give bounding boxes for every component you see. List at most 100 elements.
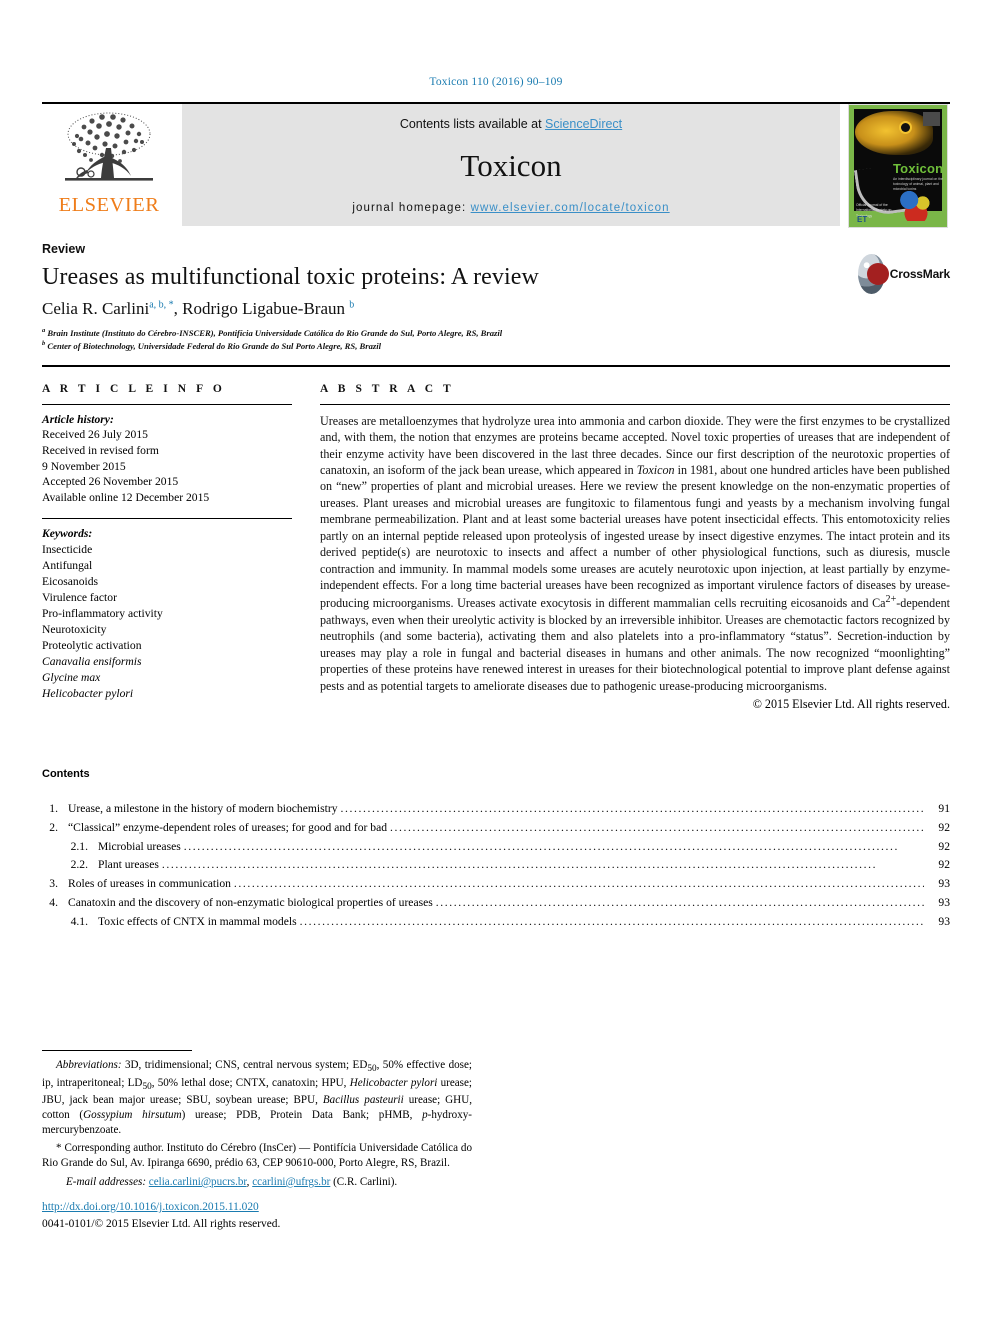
email-suffix: (C.R. Carlini). [330, 1175, 398, 1188]
keyword-item: Virulence factor [42, 591, 117, 605]
toc-leader-dots: ........................................… [390, 820, 924, 834]
article-title-block: Review Ureases as multifunctional toxic … [42, 242, 950, 353]
keyword-item: Pro-inflammatory activity [42, 607, 163, 621]
article-info-column: A R T I C L E I N F O Article history: R… [42, 383, 292, 712]
affiliation-b: b Center of Biotechnology, Universidade … [42, 340, 381, 352]
toc-label[interactable]: Urease, a milestone in the history of mo… [68, 800, 338, 819]
article-history: Article history: Received 26 July 2015 R… [42, 412, 292, 506]
corresponding-text: Corresponding author. Instituto do Céreb… [42, 1142, 472, 1170]
toc-row[interactable]: 3. Roles of ureases in communication.....… [42, 875, 950, 894]
toc-row[interactable]: 1. Urease, a milestone in the history of … [42, 800, 950, 819]
toc-row[interactable]: 2. “Classical” enzyme-dependent roles of … [42, 819, 950, 838]
toc-number: 4.1. [70, 914, 88, 928]
toc-list: 1. Urease, a milestone in the history of … [42, 800, 950, 931]
author-1-affil-marks[interactable]: a, b, * [149, 299, 173, 310]
journal-article-page: Toxicon 110 (2016) 90–109 ELSEVIER Conte… [0, 0, 992, 1323]
keyword-item: Neurotoxicity [42, 623, 107, 637]
journal-homepage-line: journal homepage: www.elsevier.com/locat… [352, 202, 669, 214]
toc-leader-dots: ........................................… [435, 896, 924, 909]
article-info-heading: A R T I C L E I N F O [42, 382, 226, 395]
table-of-contents: Contents 1. Urease, a milestone in the hi… [42, 768, 950, 931]
toc-label[interactable]: Canatoxin and the discovery of non-enzym… [68, 894, 433, 913]
abstract-column: A B S T R A C T Ureases are metalloenzym… [320, 383, 950, 712]
toc-leader-dots: ........................................… [161, 858, 878, 872]
cover-badge-icon [923, 112, 940, 126]
affiliation-a-text: Brain Institute (Instituto do Cérebro-IN… [47, 327, 503, 338]
email-link-1[interactable]: celia.carlini@pucrs.br [149, 1176, 247, 1188]
running-head: Toxicon 110 (2016) 90–109 [429, 76, 563, 88]
elsevier-wordmark: ELSEVIER [58, 194, 160, 216]
crossmark-badge[interactable]: CrossMark [858, 252, 950, 296]
cover-graphic-icon [899, 191, 933, 221]
footnote-block: Abbreviations: 3D, tridimensional; CNS, … [42, 1050, 472, 1190]
email-note: E-mail addresses: celia.carlini@pucrs.br… [66, 1175, 398, 1188]
keywords-rule [42, 518, 292, 520]
article-info-rule [42, 403, 292, 405]
keyword-item: Glycine max [42, 671, 101, 685]
contents-available-line: Contents lists available at ScienceDirec… [400, 117, 622, 131]
cover-artwork: Toxicon An interdisciplinary journal on … [848, 104, 948, 228]
abstract-text: Ureases are metalloenzymes that hydrolyz… [320, 413, 950, 693]
affiliation-b-text: Center of Biotechnology, Universidade Fe… [47, 341, 381, 352]
abstract-rule [320, 403, 950, 405]
toc-page-number: 92 [938, 820, 950, 834]
page-title: Ureases as multifunctional toxic protein… [42, 264, 539, 290]
info-abstract-columns: A R T I C L E I N F O Article history: R… [42, 383, 950, 712]
toc-row[interactable]: 4.1. Toxic effects of CNTX in mammal mode… [42, 913, 950, 932]
history-item: Received in revised form [42, 443, 159, 457]
keyword-item: Antifungal [42, 559, 93, 573]
abbreviations-note: Abbreviations: 3D, tridimensional; CNS, … [42, 1058, 472, 1137]
journal-band: Contents lists available at ScienceDirec… [182, 104, 840, 226]
elsevier-tree-icon [65, 112, 153, 181]
history-item: Available online 12 December 2015 [42, 490, 210, 504]
journal-title: Toxicon [460, 148, 562, 183]
homepage-prefix: journal homepage: [352, 202, 471, 214]
email-label: E-mail addresses: [66, 1175, 147, 1188]
abstract-heading: A B S T R A C T [320, 382, 455, 395]
keyword-item: Insecticide [42, 543, 93, 557]
contents-available-prefix: Contents lists available at [399, 117, 546, 131]
affiliation-a: a Brain Institute (Instituto do Cérebro-… [42, 327, 503, 338]
toc-label[interactable]: Microbial ureases [98, 838, 181, 857]
toc-row[interactable]: 4. Canatoxin and the discovery of non-enz… [42, 894, 950, 913]
keyword-item: Proteolytic activation [42, 639, 142, 653]
abbreviations-label: Abbreviations: [56, 1059, 122, 1071]
issn-copyright-line: 0041-0101/© 2015 Elsevier Ltd. All right… [42, 1218, 281, 1231]
doi-link[interactable]: http://dx.doi.org/10.1016/j.toxicon.2015… [42, 1201, 259, 1213]
journal-homepage-link[interactable]: www.elsevier.com/locate/toxicon [471, 202, 670, 214]
toc-number: 4. [49, 896, 58, 909]
corresponding-author-note: * Corresponding author. Instituto do Cér… [42, 1141, 472, 1171]
crossmark-icon [858, 254, 889, 294]
toc-page-number: 92 [938, 839, 950, 853]
toc-leader-dots: ........................................… [233, 877, 924, 891]
cover-journal-title: Toxicon [893, 161, 944, 176]
article-type: Review [42, 242, 86, 256]
elsevier-logo: ELSEVIER [42, 104, 176, 226]
journal-masthead: ELSEVIER Contents lists available at Sci… [42, 102, 950, 228]
toc-leader-dots: ........................................… [183, 839, 900, 853]
toc-label[interactable]: “Classical” enzyme-dependent roles of ur… [68, 819, 387, 838]
toc-page-number: 93 [938, 896, 950, 909]
toc-number: 3. [49, 877, 58, 891]
toc-label[interactable]: Roles of ureases in communication [68, 875, 231, 894]
toc-number: 1. [49, 802, 58, 816]
affiliations: a Brain Institute (Instituto do Cérebro-… [42, 326, 950, 353]
footnote-divider [42, 1050, 192, 1051]
sciencedirect-link[interactable]: ScienceDirect [545, 117, 622, 131]
toc-label[interactable]: Toxic effects of CNTX in mammal models [98, 913, 297, 932]
toc-leader-dots: ........................................… [299, 914, 924, 928]
email-link-2[interactable]: ccarlini@ufrgs.br [252, 1176, 330, 1188]
crossmark-label: CrossMark [889, 267, 950, 281]
toc-label[interactable]: Plant ureases [98, 856, 159, 875]
author-2-affil-marks[interactable]: b [349, 299, 354, 310]
article-history-label: Article history: [42, 412, 114, 426]
footer-doi-block: http://dx.doi.org/10.1016/j.toxicon.2015… [42, 1199, 280, 1233]
author-name-2: Rodrigo Ligabue-Braun [182, 299, 346, 318]
toc-number: 2. [49, 820, 58, 834]
keyword-item: Helicobacter pylori [42, 687, 134, 701]
author-list: Celia R. Carlinia, b, *, Rodrigo Ligabue… [42, 299, 355, 318]
toc-row[interactable]: 2.1. Microbial ureases...................… [42, 838, 950, 857]
keyword-item: Eicosanoids [42, 575, 99, 589]
toc-row[interactable]: 2.2. Plant ureases.......................… [42, 856, 950, 875]
journal-cover-thumbnail[interactable]: Toxicon An interdisciplinary journal on … [846, 104, 950, 228]
